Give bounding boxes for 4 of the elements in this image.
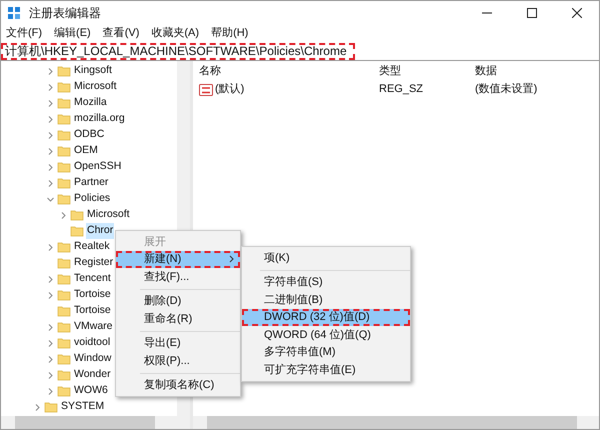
- table-cell-text: (数值未设置): [474, 82, 538, 98]
- table-cell-text: (默认): [215, 82, 244, 98]
- window-title: 注册表编辑器: [29, 5, 101, 22]
- table-cell-text: REG_SZ: [378, 82, 424, 98]
